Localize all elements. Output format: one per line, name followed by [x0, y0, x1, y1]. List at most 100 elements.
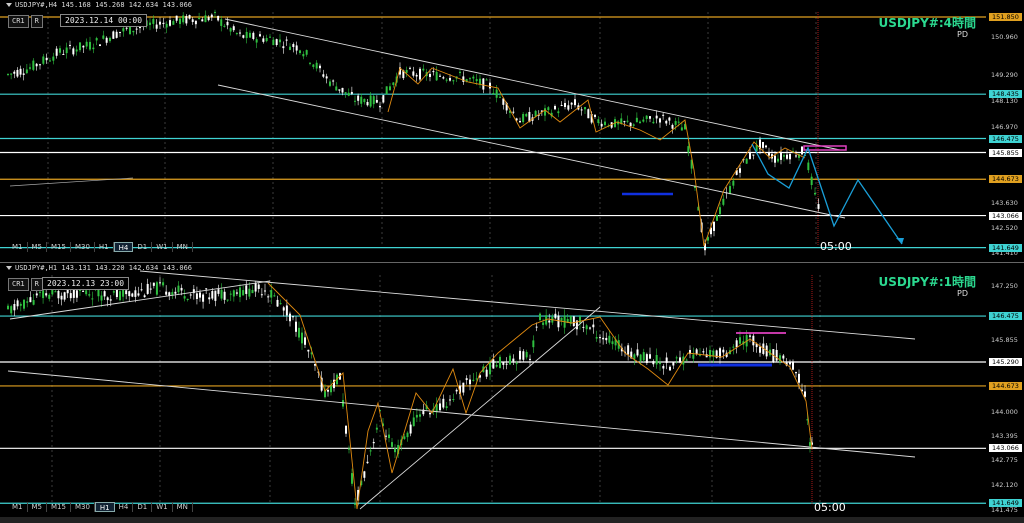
- candle-body: [32, 300, 35, 305]
- candle-body: [102, 35, 105, 39]
- candle-body: [174, 291, 177, 294]
- candle-body: [489, 82, 491, 89]
- candle-body: [172, 21, 175, 25]
- timeframe-m5[interactable]: M5: [28, 242, 47, 252]
- candle-body: [335, 86, 338, 91]
- candle-body: [112, 31, 115, 39]
- dropdown-arrow-icon[interactable]: [6, 3, 12, 7]
- price-level-tag: 146.475: [989, 134, 1022, 143]
- candle-body: [54, 291, 57, 293]
- chart-canvas-h1[interactable]: [0, 263, 1024, 518]
- candle-body: [305, 50, 308, 55]
- candle-body: [13, 304, 16, 311]
- candle-body: [309, 62, 311, 64]
- timeframe-h4[interactable]: H4: [115, 502, 134, 512]
- price-axis-h1[interactable]: 147.250145.855144.610144.000143.395142.7…: [988, 263, 1024, 518]
- cr-controls-h4[interactable]: CR1 R: [8, 15, 45, 28]
- candle-body: [42, 56, 45, 64]
- chart-panel-h4[interactable]: USDJPY#,H4 145.168 145.268 142.634 143.0…: [0, 0, 1024, 260]
- candle-body: [554, 105, 556, 110]
- candle-body: [115, 31, 118, 38]
- timeframe-m30[interactable]: M30: [71, 502, 95, 512]
- candle-body: [669, 366, 671, 371]
- candle-body: [735, 340, 738, 348]
- cr-label[interactable]: CR1: [8, 15, 29, 28]
- cr-controls-h1[interactable]: CR1 R: [8, 278, 45, 291]
- chart-canvas-h4[interactable]: [0, 0, 1024, 260]
- timeframe-h4[interactable]: H4: [113, 242, 134, 252]
- candle-body: [363, 471, 366, 478]
- r-label[interactable]: R: [30, 15, 43, 28]
- trendline-lower: [217, 84, 846, 219]
- timeframe-m1[interactable]: M1: [8, 242, 28, 252]
- candle-body: [729, 186, 731, 194]
- candle-body: [220, 19, 223, 26]
- candle-body: [149, 22, 151, 25]
- candle-body: [722, 349, 725, 353]
- candle-body: [485, 79, 488, 81]
- candle-body: [312, 64, 315, 67]
- candle-body: [175, 15, 178, 21]
- candle-body: [301, 332, 303, 344]
- candle-body: [662, 366, 665, 369]
- candle-body: [544, 108, 546, 116]
- candle-body: [165, 291, 168, 295]
- timeframe-w1[interactable]: W1: [152, 242, 173, 252]
- candle-body: [214, 290, 217, 301]
- timeframe-h1[interactable]: H1: [95, 242, 114, 252]
- candle-body: [525, 113, 528, 117]
- candle-body: [182, 15, 185, 23]
- dropdown-arrow-icon[interactable]: [6, 266, 12, 270]
- candle-body: [675, 357, 678, 359]
- chart-tabs-strip[interactable]: [0, 517, 1024, 523]
- timeframe-d1[interactable]: D1: [133, 242, 153, 252]
- candle-body: [768, 152, 770, 156]
- candle-body: [692, 354, 695, 359]
- candle-body: [525, 351, 528, 358]
- price-axis-h4[interactable]: 151.850 150.960 149.290 148.130 146.970 143.6…: [988, 0, 1024, 260]
- candle-body: [245, 31, 248, 39]
- candle-body: [716, 215, 718, 221]
- candle-body: [329, 81, 331, 86]
- candle-body: [645, 354, 648, 363]
- candle-body: [759, 346, 761, 353]
- candle-body: [579, 316, 581, 323]
- timeframe-d1[interactable]: D1: [133, 502, 153, 512]
- timeframe-m5[interactable]: M5: [28, 502, 47, 512]
- candle-body: [169, 20, 171, 26]
- candle-body: [39, 291, 41, 293]
- timeframe-w1[interactable]: W1: [152, 502, 173, 512]
- candle-body: [455, 389, 458, 392]
- price-tick: 150.960: [991, 33, 1018, 42]
- candle-body: [307, 349, 310, 352]
- candle-body: [82, 45, 85, 48]
- candle-body: [251, 290, 254, 294]
- candle-body: [639, 121, 641, 124]
- candle-body: [532, 340, 535, 348]
- candle-body: [375, 427, 378, 430]
- timeframe-m30[interactable]: M30: [71, 242, 95, 252]
- timeframe-m15[interactable]: M15: [47, 242, 71, 252]
- chart-title-h1: USDJPY#:1時間: [878, 275, 976, 289]
- candle-body: [327, 389, 329, 392]
- price-level-tag: 144.673: [989, 175, 1022, 184]
- timeframe-bar-h1[interactable]: M1 M5 M15 M30 H1 H4 D1 W1 MN: [8, 502, 193, 512]
- timeframe-h1[interactable]: H1: [94, 502, 115, 512]
- timeframe-m15[interactable]: M15: [47, 502, 71, 512]
- candle-body: [22, 73, 25, 75]
- timeframe-mn[interactable]: MN: [173, 242, 193, 252]
- timeframe-bar-h4[interactable]: M1 M5 M15 M30 H1 H4 D1 W1 MN: [8, 242, 193, 252]
- candle-body: [542, 322, 545, 325]
- candle-body: [412, 71, 415, 76]
- candle-body: [134, 290, 137, 297]
- candle-body: [449, 399, 451, 401]
- candle-body: [276, 299, 279, 307]
- candle-body: [239, 32, 241, 34]
- timeframe-m1[interactable]: M1: [8, 502, 28, 512]
- cr-label[interactable]: CR1: [8, 278, 29, 291]
- candle-body: [585, 325, 588, 330]
- candle-body: [649, 354, 651, 359]
- chart-panel-h1[interactable]: USDJPY#,H1 143.131 143.220 142.634 143.0…: [0, 262, 1024, 518]
- timeframe-mn[interactable]: MN: [173, 502, 193, 512]
- candle-body: [574, 99, 576, 106]
